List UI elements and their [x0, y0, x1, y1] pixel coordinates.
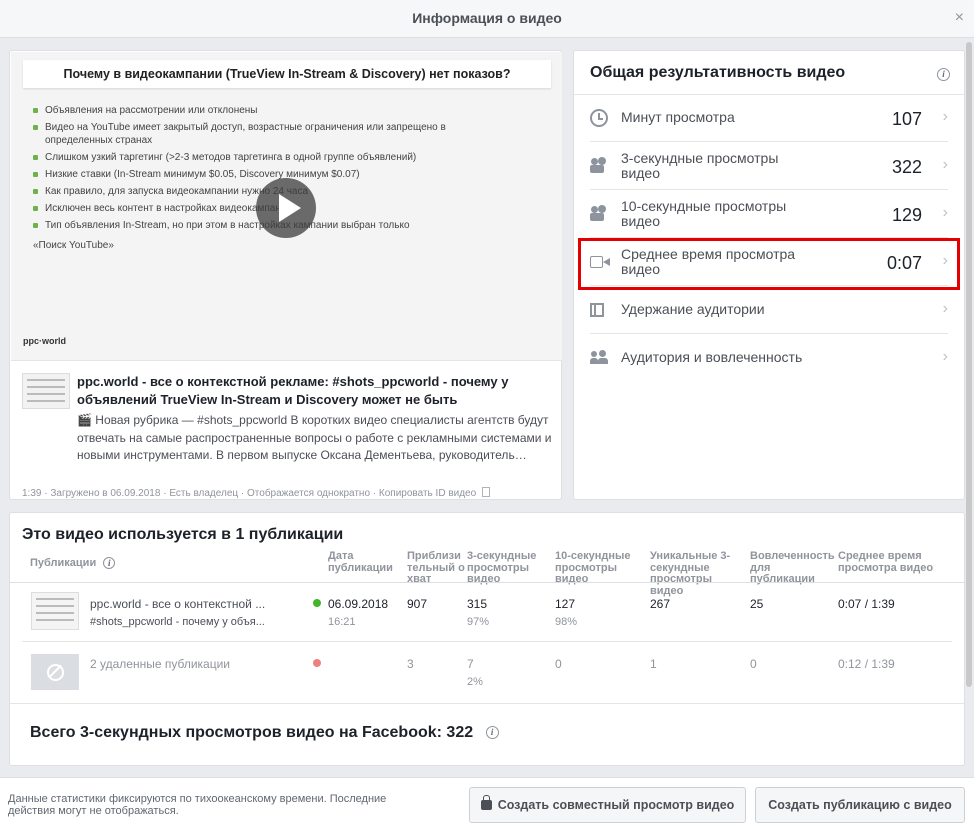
watch-party-icon: [480, 795, 492, 810]
post-description: 🎬 Новая рубрика — #shots_ppcworld В коро…: [77, 413, 552, 462]
people-icon: [590, 349, 608, 367]
film-icon: [590, 303, 604, 317]
chevron-right-icon: ›: [942, 300, 948, 317]
status-dot: [313, 599, 321, 607]
slide-tail: «Поиск YouTube»: [33, 240, 114, 251]
reach-value: 907: [407, 597, 428, 611]
views-3s-value: 7: [467, 657, 474, 671]
play-icon[interactable]: [256, 178, 316, 238]
column-header-3s-views[interactable]: 3-секундные просмотры видео: [467, 550, 549, 586]
video-panel: Почему в видеокампании (TrueView In-Stre…: [9, 50, 562, 500]
total-label: Всего 3-секундных просмотров видео на Fa…: [30, 724, 474, 741]
display-status: Отображается однократно: [247, 488, 371, 499]
performance-title: Общая результативность видео: [590, 64, 846, 81]
chevron-right-icon: ›: [942, 204, 948, 221]
publication-name: 2 удаленные публикации: [90, 657, 230, 671]
video-meta: 1:39 · Загружено в 06.09.2018 · Есть вла…: [22, 487, 557, 499]
metric-label: Удержание аудитории: [621, 301, 765, 317]
copy-id-link[interactable]: Копировать ID видео: [379, 488, 476, 499]
slide-title: Почему в видеокампании (TrueView In-Stre…: [23, 60, 551, 88]
column-header-label: Публикации: [30, 557, 97, 569]
views-3s-percent: 97%: [467, 616, 490, 628]
chevron-right-icon: ›: [942, 348, 948, 365]
dialog-footer: Данные статистики фиксируются по тихооке…: [0, 777, 974, 830]
unique-3s-value: 267: [650, 597, 671, 611]
clock-icon: [590, 109, 608, 127]
video-preview[interactable]: Почему в видеокампании (TrueView In-Stre…: [11, 52, 562, 361]
metric-label: Минут просмотра: [621, 109, 735, 125]
metric-label: 3-секундные просмотры видео: [621, 150, 779, 181]
dialog-header: Информация о видео ×: [0, 0, 974, 38]
copy-icon[interactable]: [481, 487, 490, 497]
metric-watch-minutes[interactable]: Минут просмотра 107 ›: [574, 94, 964, 142]
reach-value: 3: [407, 657, 414, 671]
views-10s-value: 127: [555, 597, 576, 611]
video-camera-icon: [590, 157, 608, 175]
engagement-value: 25: [750, 597, 764, 611]
video-duration: 1:39: [22, 488, 42, 499]
upload-date: Загружено в 06.09.2018: [50, 488, 161, 499]
publication-thumbnail: [31, 592, 79, 630]
slide-logo: ppc·world: [23, 336, 66, 346]
metric-label: 10-секундные просмотры видео: [621, 198, 787, 229]
total-3s-views: Всего 3-секундных просмотров видео на Fa…: [30, 724, 499, 742]
status-dot: [313, 659, 321, 667]
blocked-icon: [31, 654, 79, 690]
column-header-10s-views[interactable]: 10-секундные просмотры видео: [555, 550, 637, 586]
publication-name[interactable]: ppc.world - все о контекстной ...: [90, 597, 265, 611]
metric-retention[interactable]: Удержание аудитории ›: [574, 286, 964, 334]
post-title[interactable]: ppc.world - все о контекстной рекламе: #…: [77, 373, 553, 409]
column-header-date[interactable]: Дата публикации: [328, 550, 398, 574]
unique-3s-value: 1: [650, 657, 657, 671]
views-10s-value: 0: [555, 657, 562, 671]
slide-bullet: Низкие ставки (In-Stream минимум $0.05, …: [33, 168, 503, 181]
button-label: Создать совместный просмотр видео: [497, 798, 735, 812]
views-10s-percent: 98%: [555, 616, 578, 628]
metric-10s-views[interactable]: 10-секундные просмотры видео 129 ›: [574, 190, 964, 238]
avg-time-value: 0:07 / 1:39: [838, 597, 895, 611]
slide-bullet: Объявления на рассмотрении или отклонены: [33, 104, 503, 117]
publication-date: 06.09.2018: [328, 597, 389, 611]
column-header-unique-3s[interactable]: Уникальные 3-секундные просмотры видео: [650, 550, 746, 597]
column-header-reach[interactable]: Приблизительный охват: [407, 550, 465, 586]
post-thumbnail: [22, 373, 70, 409]
avg-time-value: 0:12 / 1:39: [838, 657, 895, 671]
create-watch-party-button[interactable]: Создать совместный просмотр видео: [469, 787, 746, 823]
publication-subname: #shots_ppcworld - почему у объя...: [90, 616, 265, 628]
slide-bullet: Слишком узкий таргетинг (>2-3 методов та…: [33, 151, 503, 164]
highlight-box: [578, 238, 960, 290]
metric-3s-views[interactable]: 3-секундные просмотры видео 322 ›: [574, 142, 964, 190]
video-camera-icon: [590, 205, 608, 223]
info-icon[interactable]: i: [103, 557, 116, 569]
info-icon[interactable]: i: [937, 68, 950, 81]
owner-status: Есть владелец: [169, 488, 239, 499]
metric-audience[interactable]: Аудитория и вовлеченность ›: [574, 334, 964, 382]
column-header-engagement[interactable]: Вовлеченность для публикации: [750, 550, 836, 586]
create-post-button[interactable]: Создать публикацию с видео: [755, 787, 965, 823]
publication-time: 16:21: [328, 616, 356, 628]
footer-note: Данные статистики фиксируются по тихооке…: [8, 793, 387, 817]
info-icon[interactable]: i: [485, 726, 499, 739]
metric-value: 322: [891, 157, 922, 177]
column-header-avg-time[interactable]: Среднее время просмотра видео: [838, 550, 948, 574]
publications-title: Это видео используется в 1 публикации: [22, 526, 344, 543]
engagement-value: 0: [750, 657, 757, 671]
publications-panel: Это видео используется в 1 публикации Пу…: [9, 512, 965, 766]
scrollbar[interactable]: [966, 42, 972, 687]
slide-bullet: Видео на YouTube имеет закрытый доступ, …: [33, 121, 503, 147]
views-3s-percent: 2%: [467, 676, 483, 688]
dialog-title: Информация о видео: [412, 10, 562, 26]
close-icon[interactable]: ×: [955, 9, 964, 27]
metric-value: 107: [891, 109, 922, 129]
column-header-publications: Публикации i: [30, 557, 116, 570]
views-3s-value: 315: [467, 597, 488, 611]
metric-label: Аудитория и вовлеченность: [621, 349, 803, 365]
metric-value: 129: [891, 205, 922, 225]
chevron-right-icon: ›: [942, 156, 948, 173]
chevron-right-icon: ›: [942, 108, 948, 125]
